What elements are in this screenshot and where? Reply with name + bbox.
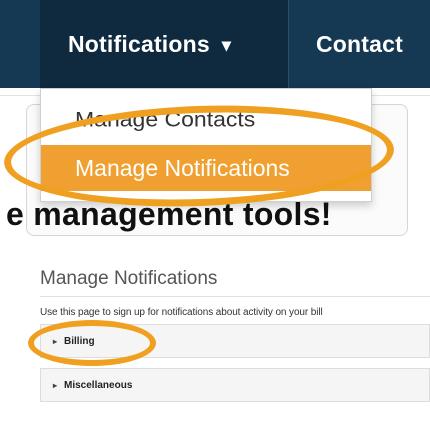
title-divider — [40, 296, 430, 297]
nav-divider — [288, 0, 289, 88]
nav-contact-link[interactable]: Contact — [316, 0, 403, 88]
page-intro-text: Use this page to sign up for notificatio… — [40, 307, 323, 318]
nav-notifications-label: Notifications — [68, 30, 210, 57]
accordion-miscellaneous[interactable]: ▸ Miscellaneous — [40, 368, 430, 402]
page-title: Manage Notifications — [40, 268, 218, 289]
chevron-right-icon: ▸ — [53, 380, 58, 390]
highlight-ring-annotation — [28, 320, 156, 366]
accordion-label: Miscellaneous — [64, 379, 133, 391]
top-navbar: Notifications ▾ Contact — [0, 0, 430, 88]
zoomed-navbar-panel: Notifications ▾ Contact e management too… — [0, 0, 430, 245]
chevron-down-icon: ▾ — [221, 34, 232, 55]
nav-notifications-menu[interactable]: Notifications ▾ — [40, 0, 288, 88]
